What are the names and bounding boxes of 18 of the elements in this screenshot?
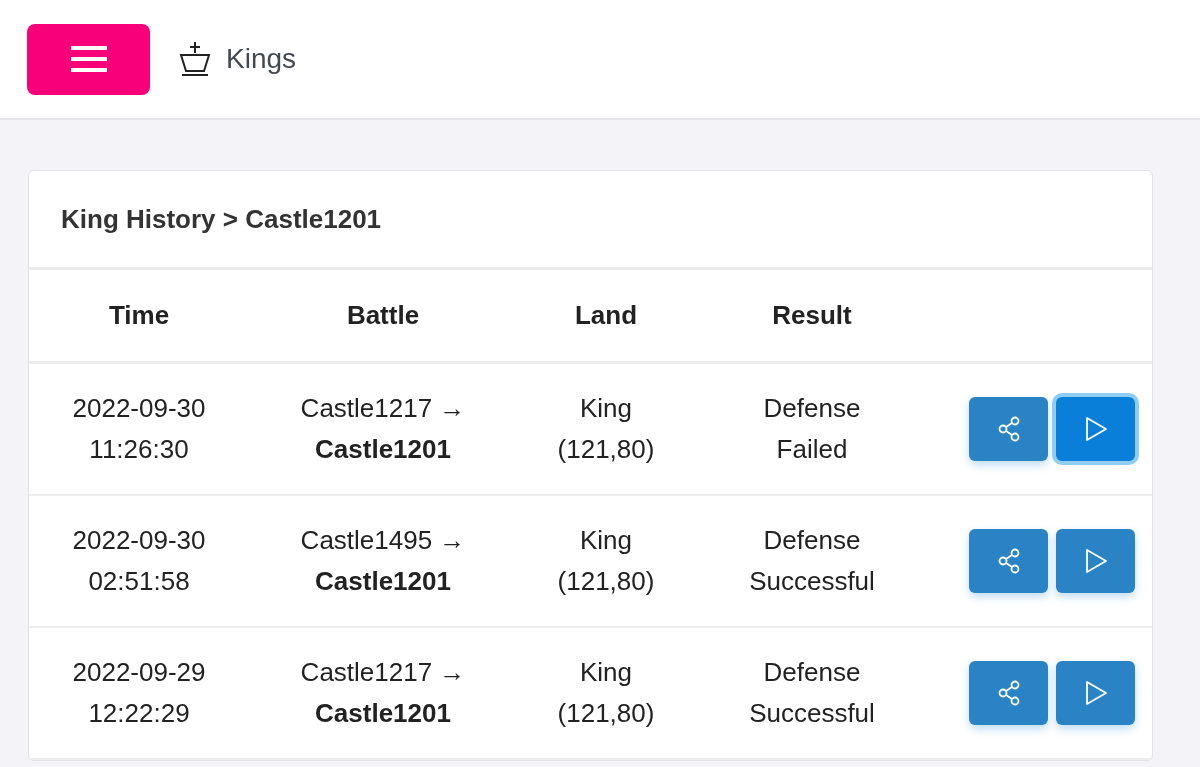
result-cell-text: Defense Successful	[748, 524, 876, 598]
column-header: Result	[771, 300, 853, 331]
column-header: Land	[573, 300, 639, 331]
column-header: Time	[107, 300, 171, 331]
time-cell-text: 2022-09-29 12:22:29	[71, 656, 207, 730]
battle-cell-text: Castle1217 → Castle1201	[299, 656, 467, 730]
battle-cell-text: Castle1495 → Castle1201	[299, 524, 467, 598]
result-cell-text: Defense Successful	[748, 656, 876, 730]
time-cell-text: 2022-09-30 11:26:30	[71, 392, 207, 466]
column-header: Battle	[345, 300, 421, 331]
result-cell-text: Defense Failed	[762, 392, 862, 466]
land-cell-text: King (121,80)	[556, 656, 656, 730]
land-cell-text: King (121,80)	[556, 524, 656, 598]
battle-cell-text: Castle1217 → Castle1201	[299, 392, 467, 466]
card-title: King History > Castle1201	[29, 171, 1152, 270]
land-cell-text: King (121,80)	[556, 392, 656, 466]
time-cell-text: 2022-09-30 02:51:58	[71, 524, 207, 598]
app-title: Kings	[226, 43, 297, 75]
